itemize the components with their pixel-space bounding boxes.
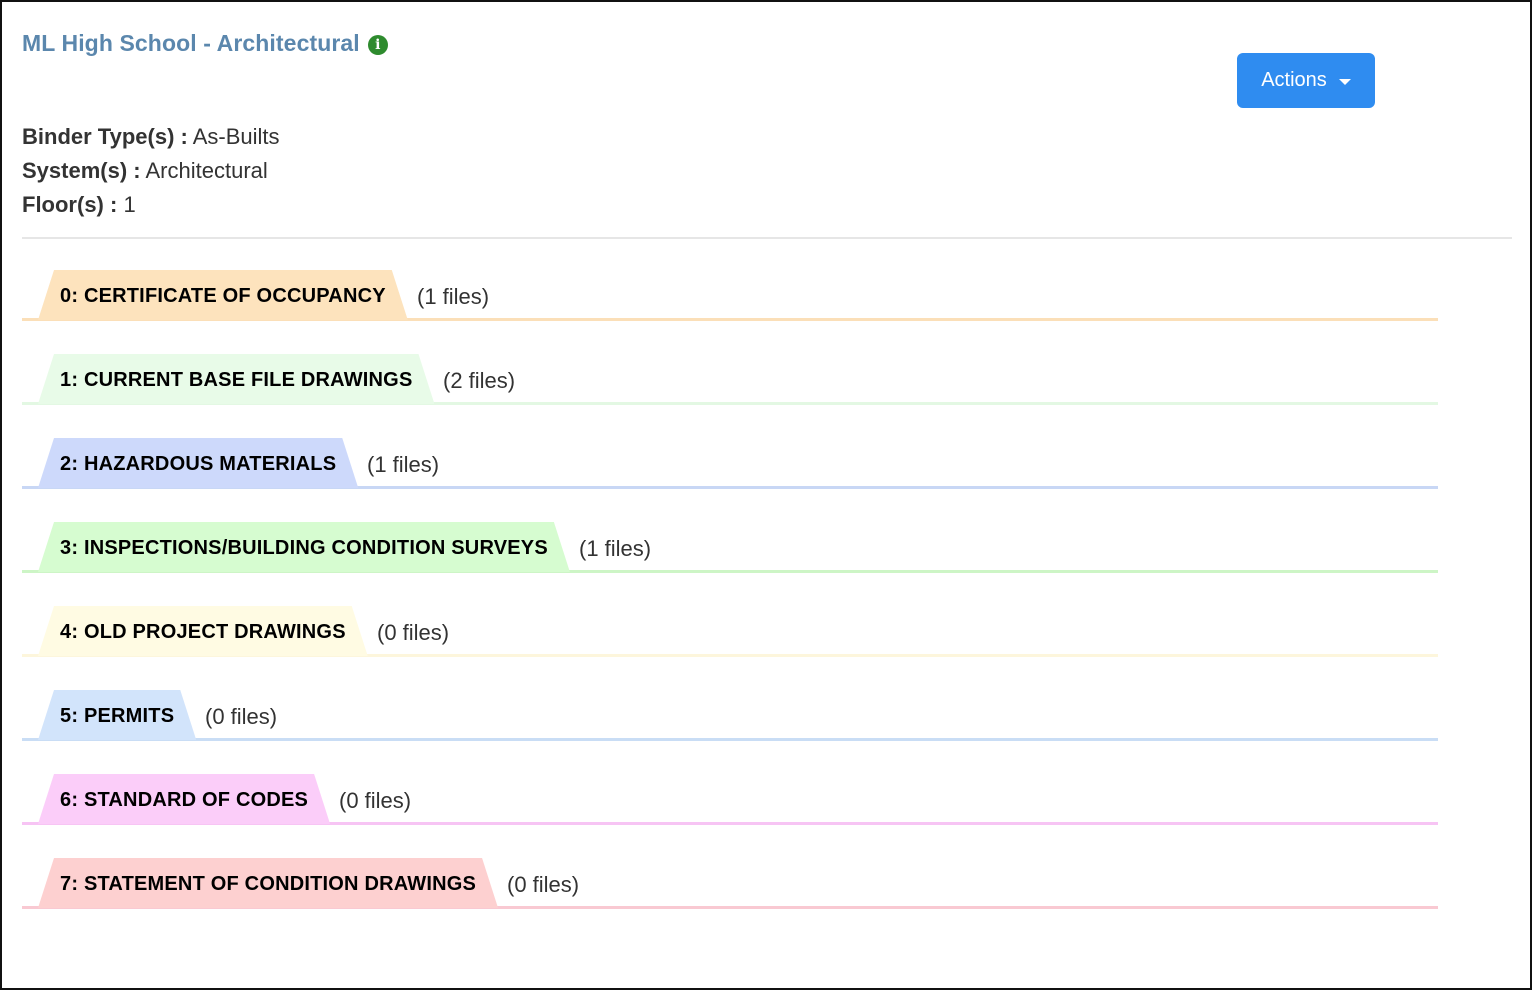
floor-label: Floor(s) : [22, 192, 118, 217]
section-tab-label: 7: STATEMENT OF CONDITION DRAWINGS [60, 872, 477, 895]
actions-button-label: Actions [1261, 69, 1327, 91]
header-divider [22, 237, 1512, 239]
section-file-count: (2 files) [443, 368, 516, 393]
section-file-count: (1 files) [579, 536, 652, 561]
section-old-project-drawings[interactable]: 4: OLD PROJECT DRAWINGS (0 files) [22, 606, 1438, 690]
section-file-count: (0 files) [507, 872, 580, 897]
system-label: System(s) : [22, 158, 141, 183]
section-tab-label: 0: CERTIFICATE OF OCCUPANCY [60, 284, 386, 307]
binder-panel: ML High School - Architectural i Actions… [0, 0, 1532, 990]
section-file-count: (0 files) [377, 620, 450, 645]
section-file-count: (0 files) [339, 788, 412, 813]
section-tab[interactable]: 3: INSPECTIONS/BUILDING CONDITION SURVEY… [38, 522, 570, 572]
section-tab[interactable]: 2: HAZARDOUS MATERIALS [38, 438, 358, 488]
binder-meta: Binder Type(s) : As-Builts System(s) : A… [22, 120, 280, 222]
title-row: ML High School - Architectural i [22, 30, 388, 57]
section-tab-label: 2: HAZARDOUS MATERIALS [60, 452, 337, 475]
actions-dropdown-button[interactable]: Actions [1237, 53, 1375, 108]
section-tab[interactable]: 4: OLD PROJECT DRAWINGS [38, 606, 368, 656]
system-value: Architectural [145, 158, 268, 183]
binder-type-value: As-Builts [192, 124, 280, 149]
section-inspections-building-condition-surveys[interactable]: 3: INSPECTIONS/BUILDING CONDITION SURVEY… [22, 522, 1438, 606]
section-tab[interactable]: 5: PERMITS [38, 690, 196, 740]
section-current-base-file-drawings[interactable]: 1: CURRENT BASE FILE DRAWINGS (2 files) [22, 354, 1438, 438]
floor-value: 1 [123, 192, 136, 217]
section-statement-of-condition-drawings[interactable]: 7: STATEMENT OF CONDITION DRAWINGS (0 fi… [22, 858, 1438, 942]
binder-type-label: Binder Type(s) : [22, 124, 188, 149]
section-standard-of-codes[interactable]: 6: STANDARD OF CODES (0 files) [22, 774, 1438, 858]
section-tab-label: 6: STANDARD OF CODES [60, 788, 309, 811]
section-tab[interactable]: 0: CERTIFICATE OF OCCUPANCY [38, 270, 408, 320]
page-title: ML High School - Architectural [22, 30, 360, 56]
section-list: 0: CERTIFICATE OF OCCUPANCY (1 files) 1:… [22, 270, 1438, 942]
info-circle-icon[interactable]: i [367, 34, 388, 55]
section-certificate-of-occupancy[interactable]: 0: CERTIFICATE OF OCCUPANCY (1 files) [22, 270, 1438, 354]
section-tab-label: 1: CURRENT BASE FILE DRAWINGS [60, 368, 413, 391]
section-tab[interactable]: 7: STATEMENT OF CONDITION DRAWINGS [38, 858, 498, 908]
section-tab-label: 4: OLD PROJECT DRAWINGS [60, 620, 346, 643]
system-row: System(s) : Architectural [22, 154, 280, 188]
floor-row: Floor(s) : 1 [22, 188, 280, 222]
section-tab-label: 3: INSPECTIONS/BUILDING CONDITION SURVEY… [60, 536, 548, 559]
section-file-count: (1 files) [417, 284, 490, 309]
section-file-count: (1 files) [367, 452, 440, 477]
section-tab-label: 5: PERMITS [60, 704, 175, 727]
section-underline [22, 738, 1438, 741]
section-hazardous-materials[interactable]: 2: HAZARDOUS MATERIALS (1 files) [22, 438, 1438, 522]
section-tab[interactable]: 6: STANDARD OF CODES [38, 774, 330, 824]
section-permits[interactable]: 5: PERMITS (0 files) [22, 690, 1438, 774]
section-tab[interactable]: 1: CURRENT BASE FILE DRAWINGS [38, 354, 434, 404]
binder-type-row: Binder Type(s) : As-Builts [22, 120, 280, 154]
section-file-count: (0 files) [205, 704, 278, 729]
caret-down-icon [1338, 79, 1351, 85]
